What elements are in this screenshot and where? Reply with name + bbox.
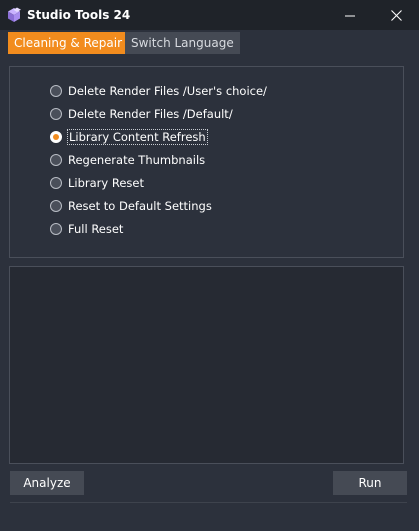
run-button[interactable]: Run (333, 471, 407, 495)
option-reset-default-settings[interactable]: Reset to Default Settings (50, 197, 212, 215)
status-divider (10, 502, 407, 503)
option-library-content-refresh[interactable]: Library Content Refresh (50, 128, 208, 146)
option-delete-render-default[interactable]: Delete Render Files /Default/ (50, 105, 233, 123)
radio-button[interactable] (50, 200, 62, 212)
window-title: Studio Tools 24 (27, 8, 131, 22)
close-button[interactable] (373, 0, 419, 30)
title-bar[interactable]: Studio Tools 24 (0, 0, 419, 30)
option-label: Reset to Default Settings (68, 199, 212, 213)
radio-button[interactable] (50, 154, 62, 166)
option-label: Library Content Refresh (67, 129, 208, 145)
minimize-button[interactable] (327, 0, 373, 30)
minimize-icon (345, 6, 355, 25)
tab-switch-language[interactable]: Switch Language (125, 32, 240, 54)
option-delete-render-users-choice[interactable]: Delete Render Files /User's choice/ (50, 82, 267, 100)
radio-button[interactable] (50, 108, 62, 120)
studio-tools-window: Studio Tools 24 Cleaning & Repair Switch… (0, 0, 419, 531)
close-icon (390, 6, 402, 25)
log-output-area[interactable] (9, 266, 404, 464)
option-label: Regenerate Thumbnails (68, 153, 206, 167)
option-full-reset[interactable]: Full Reset (50, 220, 123, 238)
tab-cleaning-repair[interactable]: Cleaning & Repair (8, 32, 129, 54)
option-label: Delete Render Files /Default/ (68, 107, 233, 121)
option-label: Library Reset (68, 176, 144, 190)
analyze-button[interactable]: Analyze (10, 471, 84, 495)
app-cube-icon (6, 7, 22, 23)
radio-button[interactable] (50, 177, 62, 189)
option-label: Full Reset (68, 222, 124, 236)
option-regenerate-thumbnails[interactable]: Regenerate Thumbnails (50, 151, 205, 169)
radio-button-selected[interactable] (50, 131, 62, 143)
option-label: Delete Render Files /User's choice/ (68, 84, 267, 98)
radio-button[interactable] (50, 85, 62, 97)
options-panel: Delete Render Files /User's choice/ Dele… (9, 66, 404, 258)
tab-bar: Cleaning & Repair Switch Language (0, 30, 419, 55)
radio-button[interactable] (50, 223, 62, 235)
option-library-reset[interactable]: Library Reset (50, 174, 144, 192)
